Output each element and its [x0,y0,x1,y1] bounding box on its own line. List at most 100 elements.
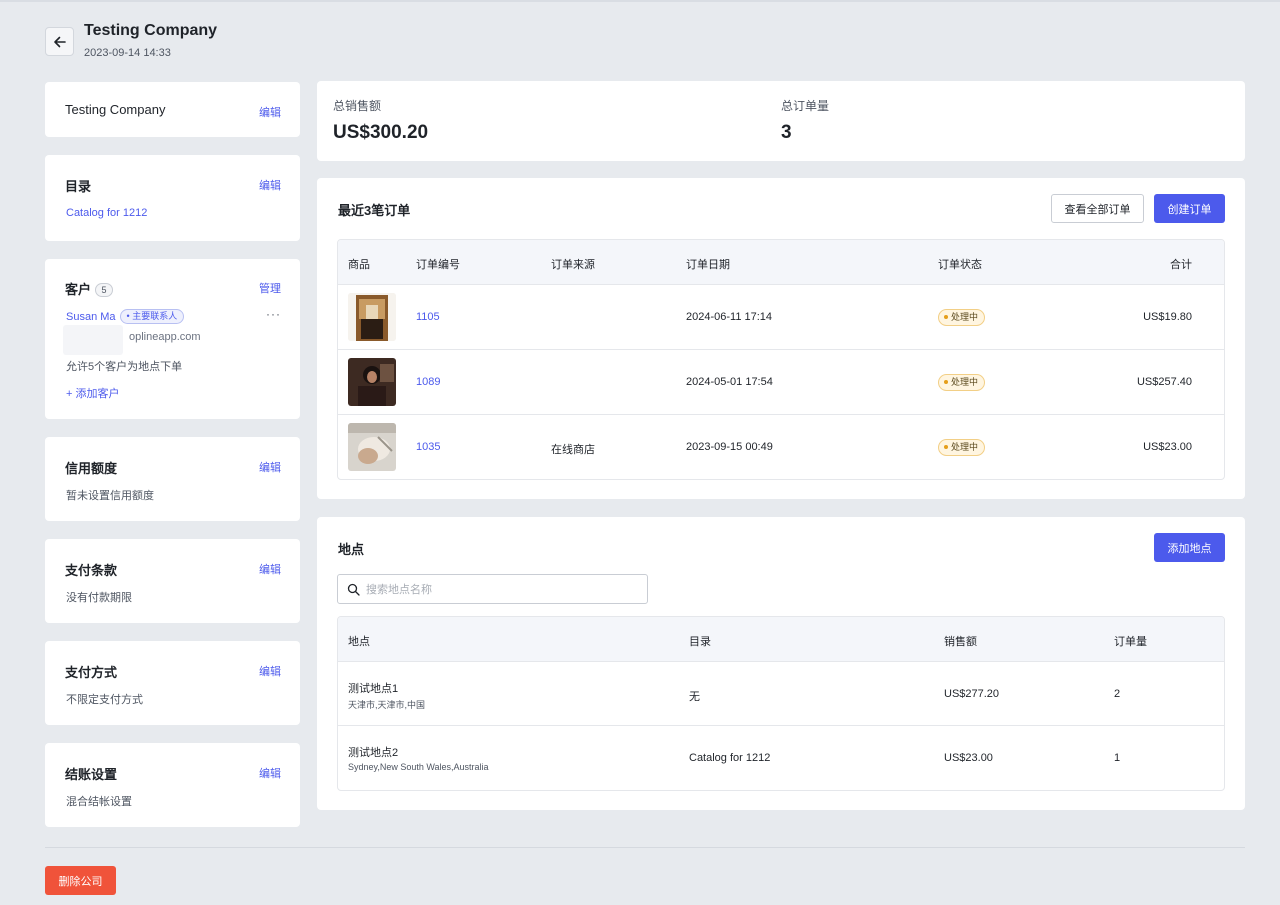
customers-card: 客户 5 管理 Susan Ma • 主要联系人 ··· oplineapp.com… [45,259,300,419]
location-address: 天津市,天津市,中国 [348,700,426,710]
customers-count-badge: 5 [95,283,114,297]
order-date: 2024-06-11 17:14 [686,311,773,323]
col-location: 地点 [348,636,370,648]
customers-title: 客户 [65,282,92,297]
edit-checkout-link[interactable]: 编辑 [259,765,281,781]
credit-value: 暂未设置信用额度 [66,490,154,502]
product-image [348,423,396,471]
col-total: 合计 [1170,259,1192,271]
catalog-title: 目录 [65,179,92,194]
order-number-link[interactable]: 1105 [416,311,440,323]
order-total: US$19.80 [1143,311,1192,323]
recent-orders-title: 最近3笔订单 [338,203,411,218]
primary-contact-tag-label: 主要联系人 [132,311,178,321]
page-title: Testing Company [84,22,218,39]
location-name[interactable]: 测试地点2 [348,744,398,760]
product-thumbnail [348,293,396,341]
contact-name-link[interactable]: Susan Ma [66,311,116,323]
payment-terms-value: 没有付款期限 [66,592,132,604]
payment-terms-title: 支付条款 [65,563,118,578]
email-redacted [63,325,123,355]
location-orders: 2 [1114,688,1121,700]
add-location-button[interactable]: 添加地点 [1154,533,1225,562]
edit-payment-terms-link[interactable]: 编辑 [259,561,281,577]
view-all-orders-button[interactable]: 查看全部订单 [1051,194,1144,223]
edit-catalog-link[interactable]: 编辑 [259,177,281,193]
order-total: US$23.00 [1143,441,1192,453]
location-search[interactable] [337,574,648,604]
more-horizontal-icon[interactable]: ··· [266,307,281,321]
col-order-number: 订单编号 [416,259,460,271]
status-badge: 处理中 [938,309,986,326]
total-orders-value: 3 [781,122,792,143]
locations-table: 地点 目录 销售额 订单量 测试地点1 天津市,天津市,中国 无 US$277.… [337,616,1225,791]
catalog-card: 目录 编辑 Catalog for 1212 [45,155,300,241]
location-catalog: Catalog for 1212 [689,752,771,764]
col-catalog: 目录 [689,636,711,648]
location-search-input[interactable] [366,581,636,598]
location-address: Sydney,New South Wales,Australia [348,762,489,772]
arrow-left-icon [53,36,66,47]
stats-card: 总销售额 US$300.20 总订单量 3 [317,81,1245,161]
contact-email: oplineapp.com [129,331,201,343]
footer-divider [45,847,1245,848]
edit-credit-link[interactable]: 编辑 [259,459,281,475]
catalog-link[interactable]: Catalog for 1212 [66,207,147,219]
payment-method-value: 不限定支付方式 [66,694,143,706]
orders-table-header: 商品 订单编号 订单来源 订单日期 订单状态 合计 [338,240,1224,285]
product-image [348,293,396,341]
product-thumbnail [348,423,396,471]
company-name-card: Testing Company 编辑 [45,82,300,137]
order-number-link[interactable]: 1089 [416,376,440,388]
company-name: Testing Company [65,102,166,117]
checkout-card: 结账设置 编辑 混合结帐设置 [45,743,300,827]
primary-contact-tag: • 主要联系人 [119,309,185,324]
search-icon [347,583,360,596]
table-row[interactable]: 1105 2024-06-11 17:14 处理中 US$19.80 [338,285,1224,350]
table-row[interactable]: 测试地点1 天津市,天津市,中国 无 US$277.20 2 [338,662,1224,726]
table-row[interactable]: 1035 在线商店 2023-09-15 00:49 处理中 US$23.00 [338,415,1224,479]
payment-method-title: 支付方式 [65,665,118,680]
edit-company-name-link[interactable]: 编辑 [259,104,281,120]
primary-contact-row: Susan Ma • 主要联系人 [66,309,185,324]
table-row[interactable]: 1089 2024-05-01 17:54 处理中 US$257.40 [338,350,1224,415]
col-order-date: 订单日期 [686,259,730,271]
col-order-source: 订单来源 [551,259,595,271]
status-badge: 处理中 [938,439,986,456]
credit-title: 信用额度 [65,461,118,476]
credit-card: 信用额度 编辑 暂未设置信用额度 [45,437,300,521]
add-customer-link[interactable]: + 添加客户 [66,385,119,401]
orders-table: 商品 订单编号 订单来源 订单日期 订单状态 合计 1105 2024-06-1… [337,239,1225,480]
locations-table-header: 地点 目录 销售额 订单量 [338,617,1224,662]
manage-customers-link[interactable]: 管理 [259,280,281,296]
location-catalog: 无 [689,691,700,703]
status-badge: 处理中 [938,374,986,391]
location-orders: 1 [1114,752,1121,764]
customers-note: 允许5个客户为地点下单 [66,361,183,373]
product-image [348,358,396,406]
col-product: 商品 [348,259,370,271]
col-orders: 订单量 [1114,636,1147,648]
page-date: 2023-09-14 14:33 [84,47,171,59]
create-order-button[interactable]: 创建订单 [1154,194,1225,223]
product-thumbnail [348,358,396,406]
customers-header: 客户 5 [65,279,114,298]
location-sales: US$23.00 [944,752,993,764]
total-sales-label: 总销售额 [333,99,382,113]
table-row[interactable]: 测试地点2 Sydney,New South Wales,Australia C… [338,726,1224,790]
order-number-link[interactable]: 1035 [416,441,440,453]
edit-payment-method-link[interactable]: 编辑 [259,663,281,679]
delete-company-button[interactable]: 删除公司 [45,866,116,895]
recent-orders-card: 最近3笔订单 查看全部订单 创建订单 商品 订单编号 订单来源 订单日期 订单状… [317,178,1245,499]
col-order-status: 订单状态 [938,259,982,271]
back-button[interactable] [45,27,74,56]
total-sales-value: US$300.20 [333,122,429,143]
total-orders-label: 总订单量 [781,99,830,113]
col-sales: 销售额 [944,636,977,648]
checkout-title: 结账设置 [65,767,118,782]
top-border [0,0,1280,2]
location-name[interactable]: 测试地点1 [348,680,398,696]
order-date: 2024-05-01 17:54 [686,376,773,388]
order-source: 在线商店 [551,444,595,456]
order-date: 2023-09-15 00:49 [686,441,773,453]
